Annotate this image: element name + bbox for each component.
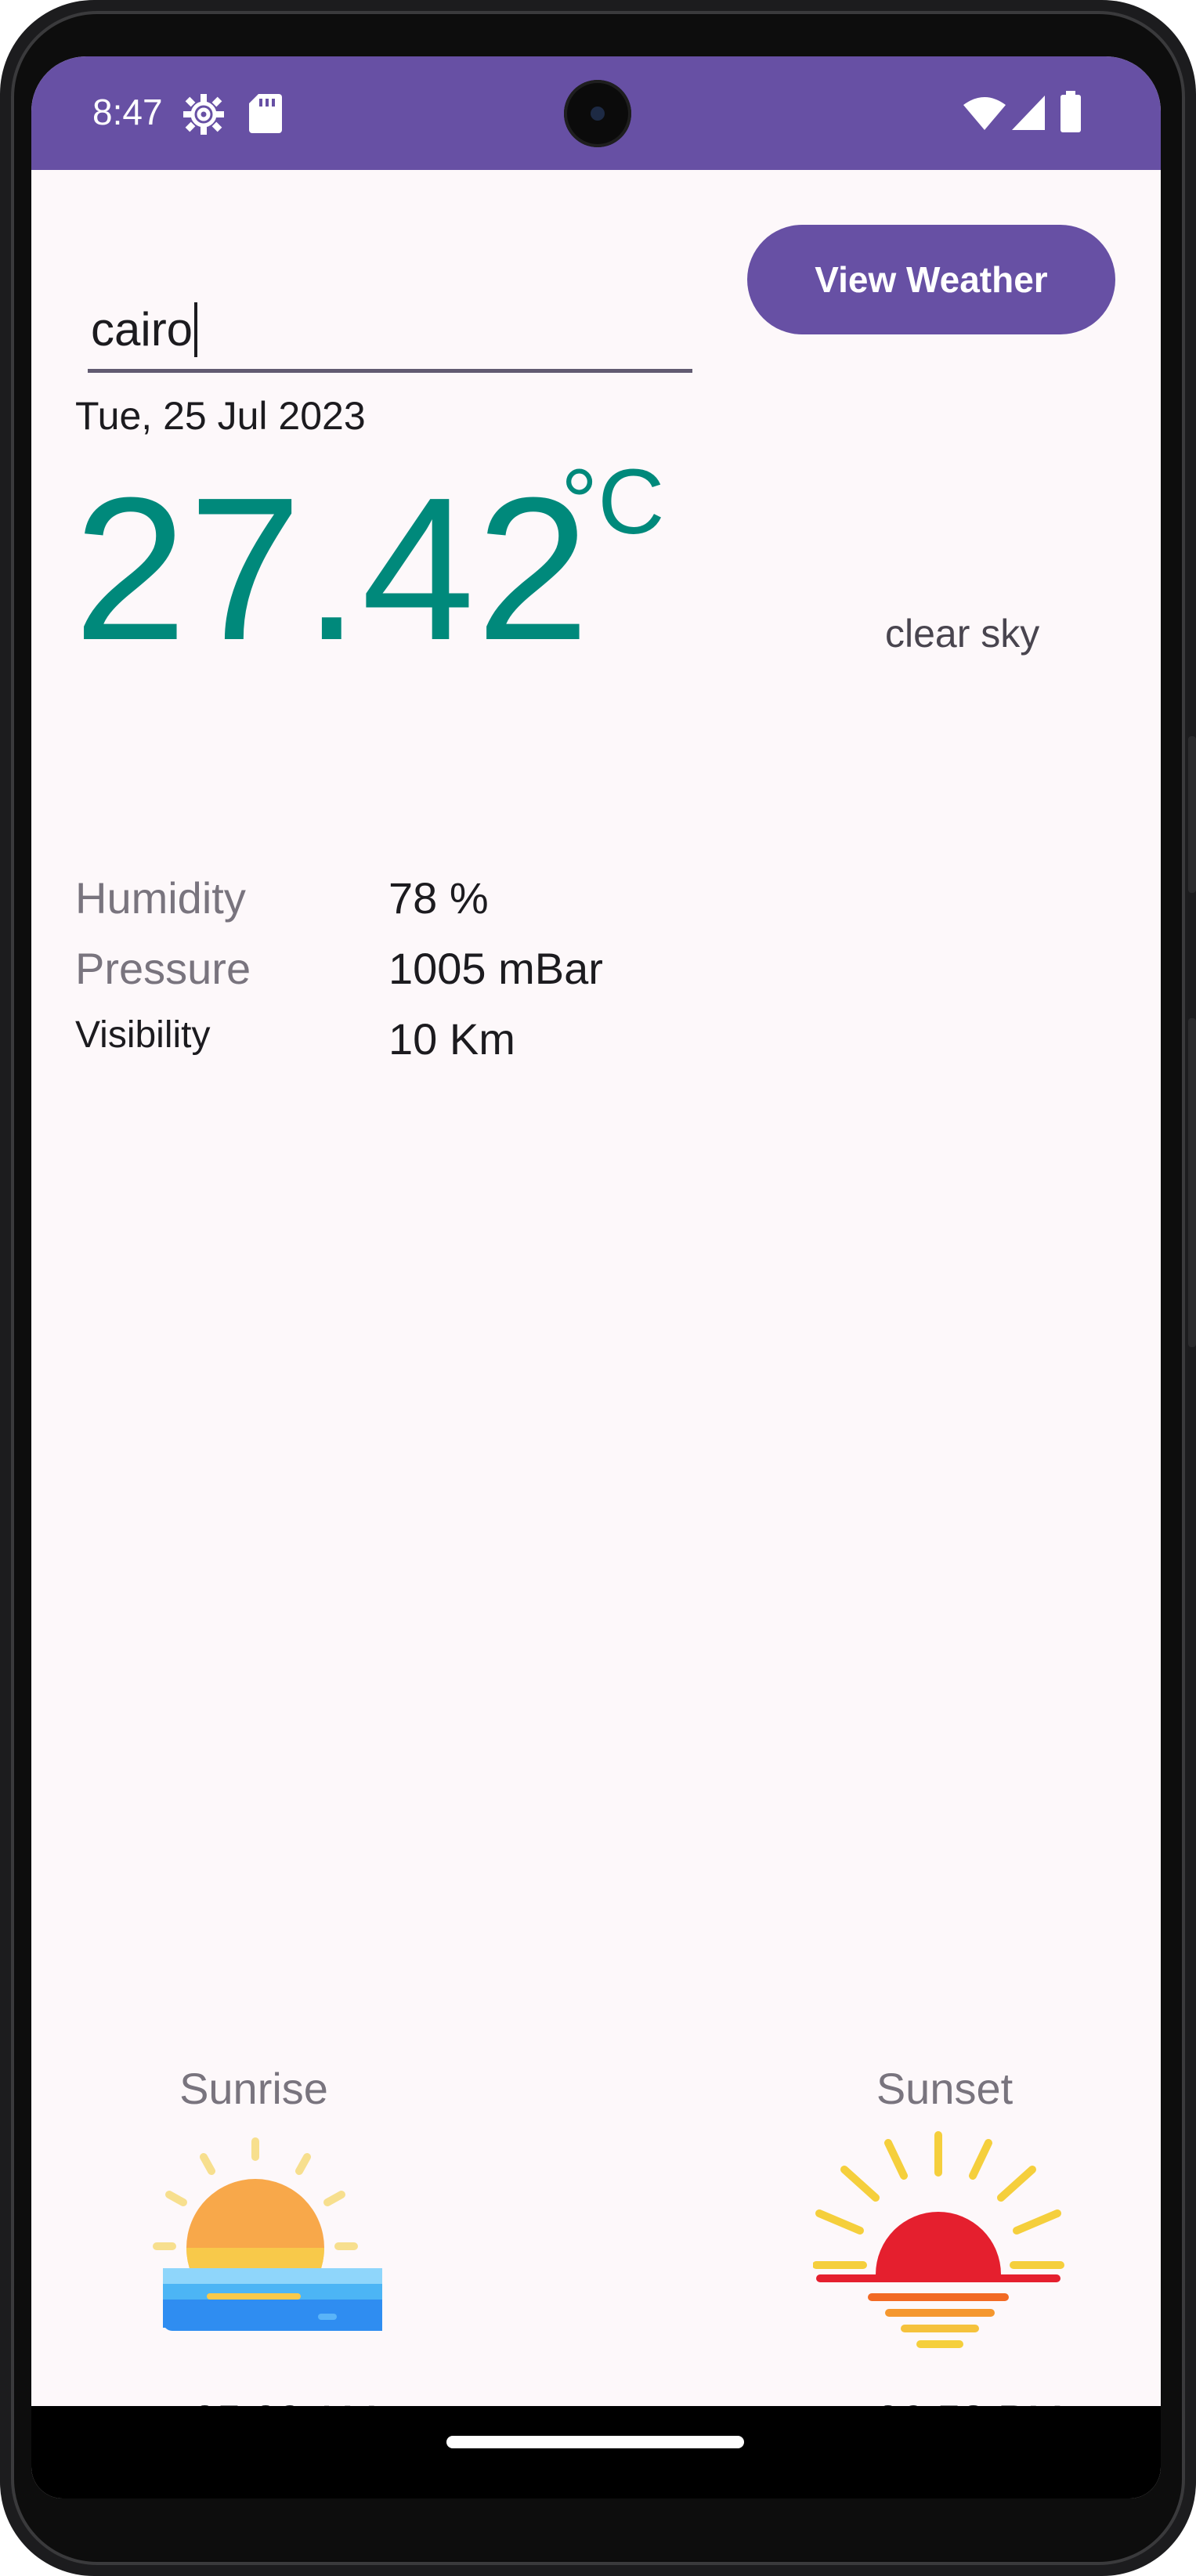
- city-search-input[interactable]: cairo: [88, 290, 692, 373]
- weather-description: clear sky: [885, 612, 1040, 656]
- navigation-bar: [31, 2406, 1161, 2498]
- front-camera: [564, 80, 631, 147]
- status-time: 8:47: [92, 92, 163, 132]
- humidity-label: Humidity: [75, 873, 246, 923]
- battery-icon: [1059, 91, 1082, 137]
- sunrise-icon: [128, 2069, 410, 2355]
- sunset-icon: [812, 2069, 1076, 2355]
- sd-card-icon: [248, 92, 284, 139]
- cellular-signal-icon: [1010, 94, 1046, 135]
- status-bar: 8:47: [31, 56, 1161, 170]
- wifi-icon: [962, 96, 1007, 135]
- power-button: [1188, 1018, 1196, 1347]
- app-screen: 8:47 cairo View Weather Tue, 25 Jul 2023…: [31, 56, 1161, 2498]
- city-search-value: cairo: [91, 303, 193, 356]
- visibility-label: Visibility: [75, 1014, 211, 1056]
- settings-gear-icon: [182, 92, 226, 140]
- temperature-value: 27.42: [74, 456, 591, 683]
- humidity-value: 78 %: [388, 873, 489, 923]
- visibility-value: 10 Km: [388, 1014, 515, 1064]
- phone-frame: 8:47 cairo View Weather Tue, 25 Jul 2023…: [0, 0, 1196, 2576]
- volume-button: [1188, 736, 1196, 893]
- pressure-label: Pressure: [75, 944, 251, 993]
- text-caret: [194, 302, 198, 357]
- home-gesture-handle[interactable]: [446, 2436, 744, 2448]
- temperature-unit: °C: [561, 450, 665, 554]
- view-weather-button[interactable]: View Weather: [747, 225, 1115, 334]
- pressure-value: 1005 mBar: [388, 944, 603, 993]
- weather-date: Tue, 25 Jul 2023: [75, 394, 366, 438]
